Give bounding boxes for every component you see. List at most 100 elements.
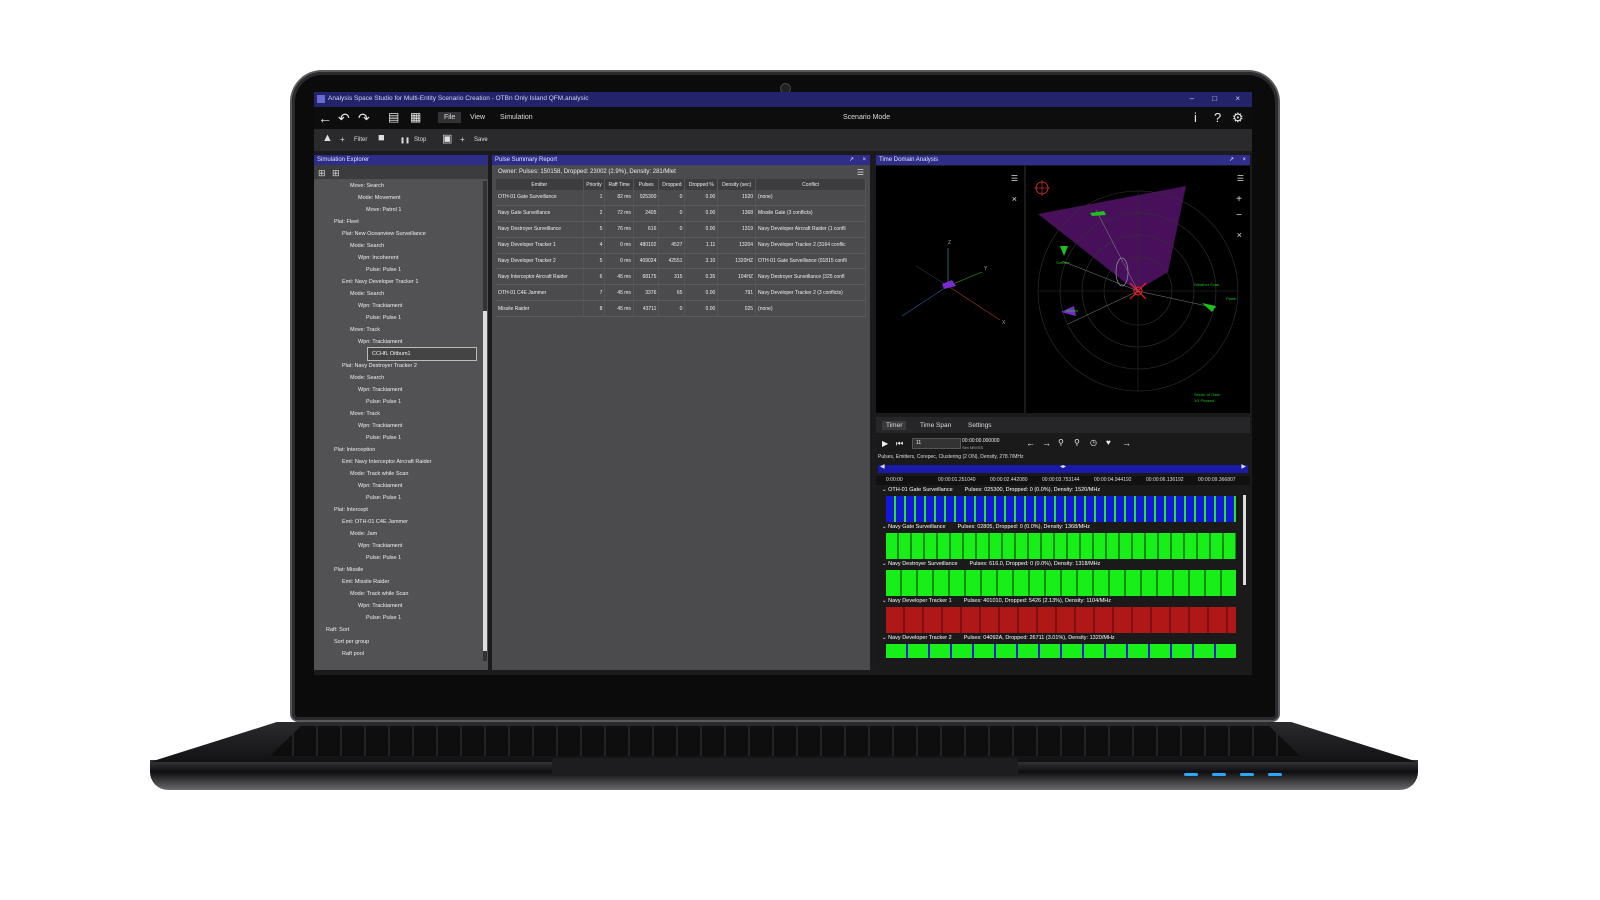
gear-icon[interactable]: ⚙: [1232, 110, 1244, 126]
column-header[interactable]: Pulses: [633, 179, 660, 190]
close-icon[interactable]: ×: [1242, 155, 1246, 165]
info-icon[interactable]: i: [1194, 110, 1197, 125]
tree-node[interactable]: Pulse: Pulse 1: [314, 492, 482, 504]
tree-node[interactable]: Plat: New Oceanview Surveillance: [314, 228, 482, 240]
maximize-button[interactable]: □: [1212, 94, 1225, 103]
column-header[interactable]: Dropped %: [684, 179, 719, 190]
zoom-out-magnifier-icon[interactable]: ⚲: [1074, 438, 1080, 447]
column-header[interactable]: Raff Time: [604, 179, 634, 190]
time-ruler[interactable]: 0:00:00 00:00:01.251040 00:00:02.442080 00:…: [876, 476, 1250, 485]
tree-node[interactable]: Sort per group: [314, 636, 482, 648]
collapse-all-icon[interactable]: ⊞: [332, 168, 340, 179]
tree-node[interactable]: Wpn: Trackiament: [314, 384, 482, 396]
tree-node[interactable]: Move: Track: [314, 408, 482, 420]
explorer-scrollbar[interactable]: [483, 181, 487, 661]
track-pulse-bar[interactable]: [886, 644, 1236, 658]
tree-node[interactable]: Wpn: Incoherent: [314, 252, 482, 264]
stop-button[interactable]: Stop: [414, 137, 426, 143]
column-header[interactable]: Dropped: [658, 179, 686, 190]
tree-node[interactable]: Wpn: Trackiament: [314, 480, 482, 492]
tree-node[interactable]: Wpn: Trackiament: [314, 300, 482, 312]
save-file-icon[interactable]: ▦: [410, 110, 421, 124]
column-header[interactable]: Priority: [583, 179, 606, 190]
tab-timer[interactable]: Timer: [882, 421, 907, 430]
clock-icon[interactable]: ◷: [1090, 438, 1097, 447]
speed-input[interactable]: 11: [912, 438, 961, 449]
close-icon[interactable]: ×: [862, 155, 866, 165]
tree-node[interactable]: Mode: Track while Scan: [314, 468, 482, 480]
tree-node[interactable]: Emt: Navy Interceptor Aircraft Raider: [314, 456, 482, 468]
forward-arrow-icon[interactable]: →: [1122, 438, 1131, 448]
zoom-in-icon[interactable]: +: [1236, 194, 1242, 205]
track-pulse-bar[interactable]: [886, 496, 1236, 522]
table-row[interactable]: Navy Gate Surveillance 2 72 ms 2405 0 0.00 136…: [496, 205, 866, 222]
marker-icon[interactable]: ♥: [1106, 438, 1111, 447]
track-label[interactable]: ⌄ OTH-01 Gate Surveillance Pulses: 025300…: [882, 486, 1100, 495]
back-arrow-icon[interactable]: ←: [318, 110, 332, 126]
tree-node[interactable]: Mode: Movement: [314, 192, 482, 204]
tree-node[interactable]: Raft: Sort: [314, 624, 482, 636]
tree-node[interactable]: Emt: OTH-01 C4E Jammer: [314, 516, 482, 528]
table-row[interactable]: OTH-01 Gate Surveillance 1 82 ms 025300 0 0.0…: [496, 190, 866, 206]
tree-node[interactable]: Wpn: Trackiament: [314, 600, 482, 612]
table-row[interactable]: Missile Raider 8 45 ms 43711 0 0.00 025 (none): [496, 300, 866, 318]
add-icon[interactable]: +: [340, 135, 345, 144]
tree-node[interactable]: Pulse: Pulse 1: [314, 612, 482, 624]
popout-icon[interactable]: ↗: [1229, 155, 1234, 165]
table-row[interactable]: Navy Developer Tracker 140 ms 480102 4527 1…: [496, 237, 866, 254]
tree-node[interactable]: Emt: Missile Raider: [314, 576, 482, 588]
track-pulse-bar[interactable]: [886, 607, 1236, 633]
menu-icon[interactable]: ☰: [1237, 174, 1244, 183]
add-icon[interactable]: +: [460, 135, 465, 144]
tab-time-span[interactable]: Time Span: [916, 421, 955, 430]
column-header[interactable]: Conflict: [755, 179, 866, 190]
timeline-scrollbar[interactable]: ◀ ◂▸ ▶: [878, 464, 1248, 473]
tree-node[interactable]: Pulse: Pulse 1: [314, 264, 482, 276]
open-folder-icon[interactable]: ▤: [388, 110, 399, 124]
tree-node[interactable]: Plat: Fleet: [314, 216, 482, 228]
table-row[interactable]: Navy Interceptor Aircraft Raider 6 45 ms 68…: [496, 268, 866, 286]
skip-back-icon[interactable]: ⏮: [896, 439, 903, 449]
menu-view[interactable]: View: [464, 112, 491, 123]
column-header[interactable]: Density (sec): [717, 179, 757, 190]
menu-icon[interactable]: ☰: [1011, 174, 1018, 183]
table-row[interactable]: OTH-01 C4E Jammer 7 45 ms 3376 65 0.00 791 Navy…: [496, 284, 866, 302]
tree-node[interactable]: Mode: Track while Scan: [314, 588, 482, 600]
popout-icon[interactable]: ↗: [849, 155, 854, 165]
zoom-in-magnifier-icon[interactable]: ⚲: [1058, 438, 1064, 447]
track-pulse-bar[interactable]: [886, 533, 1236, 559]
close-icon[interactable]: ×: [1012, 194, 1017, 204]
radar-view[interactable]: Surface Missile Weather Scan Plane Secto…: [1026, 166, 1250, 413]
track-pulse-bar[interactable]: [886, 570, 1236, 596]
track-label[interactable]: ⌄ Navy Developer Tracker 1 Pulses: 401010…: [882, 597, 1111, 606]
tree-node[interactable]: Plat: Navy Destroyer Tracker 2: [314, 360, 482, 372]
tree-node[interactable]: Move: Search: [314, 180, 482, 192]
tree-node[interactable]: Pulse: Pulse 1: [314, 396, 482, 408]
stop-folder-icon[interactable]: ■: [378, 132, 385, 144]
tracks-scrollbar[interactable]: [1243, 495, 1246, 585]
track-label[interactable]: ⌄ Navy Gate Surveillance Pulses: 02805, D…: [882, 523, 1090, 532]
tree-node[interactable]: Move: Patrol 1: [314, 204, 482, 216]
filter-icon[interactable]: ▲: [322, 132, 333, 144]
table-row[interactable]: Navy Destroyer Surveillance 5 76 ms 616 0 0.0…: [496, 221, 866, 238]
table-row[interactable]: Navy Developer Tracker 250 ms 409024 42551…: [496, 253, 866, 270]
tree-node[interactable]: Emt: Navy Developer Tracker 1: [314, 276, 482, 288]
window-controls[interactable]: – □ ×: [1190, 94, 1248, 103]
undo-icon[interactable]: ↶: [338, 110, 350, 127]
expand-all-icon[interactable]: ⊞: [318, 168, 326, 179]
tab-settings[interactable]: Settings: [964, 421, 996, 430]
track-label[interactable]: ⌄ Navy Destroyer Surveillance Pulses: 616…: [882, 560, 1100, 569]
step-back-arrow-icon[interactable]: ←: [1026, 438, 1035, 448]
tree-node[interactable]: Pulse: Pulse 1: [314, 552, 482, 564]
redo-icon[interactable]: ↷: [358, 110, 370, 127]
tree-node[interactable]: Wpn: Trackiament: [314, 420, 482, 432]
close-button[interactable]: ×: [1235, 94, 1248, 103]
tree-node[interactable]: CCHfL Oitbum1: [367, 347, 477, 361]
track-label[interactable]: ⌄ Navy Developer Tracker 2 Pulses: 04092A…: [882, 634, 1115, 643]
tree-node[interactable]: Pulse: Pulse 1: [314, 312, 482, 324]
tree-node[interactable]: Raft pool: [314, 648, 482, 660]
tree-node[interactable]: Mode: Search: [314, 240, 482, 252]
play-icon[interactable]: ▶: [882, 439, 888, 448]
save-button[interactable]: Save: [474, 137, 488, 143]
tree-node[interactable]: Move: Track: [314, 324, 482, 336]
